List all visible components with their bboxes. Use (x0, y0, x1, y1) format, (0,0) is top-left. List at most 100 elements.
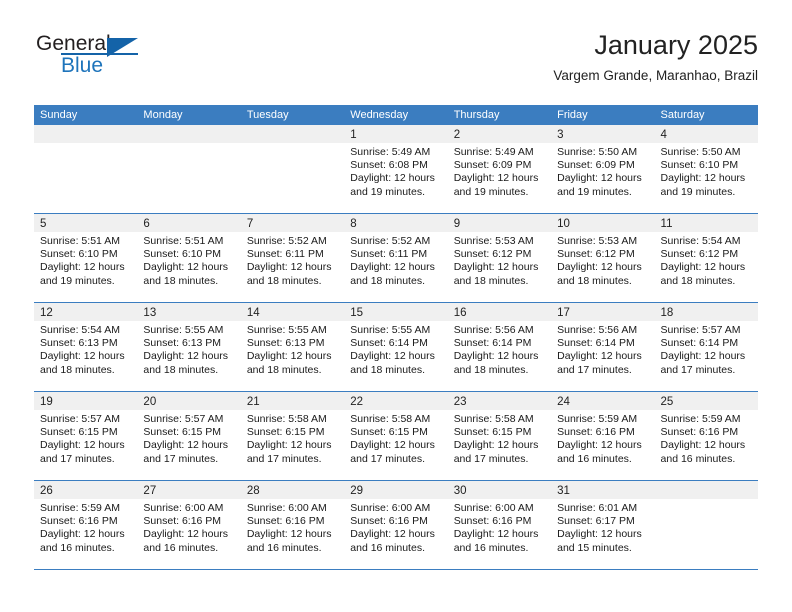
calendar-day-cell[interactable]: 19 Sunrise: 5:57 AM Sunset: 6:15 PM Dayligh… (34, 392, 138, 480)
day-daylight1-text: Daylight: 12 hours (143, 261, 229, 274)
day-daylight2-text: and 17 minutes. (143, 452, 219, 465)
day-sunset-text: Sunset: 6:13 PM (143, 337, 222, 350)
day-sunset-text: Sunset: 6:10 PM (143, 248, 222, 261)
calendar-week-row: 5 Sunrise: 5:51 AM Sunset: 6:10 PM Daylight… (34, 213, 758, 302)
day-daylight2-text: and 19 minutes. (350, 185, 425, 198)
calendar-day-cell[interactable]: 20 Sunrise: 5:57 AM Sunset: 6:15 PM Dayligh… (137, 392, 241, 480)
day-sun-info: Sunrise: 5:53 AM Sunset: 6:12 PM Daylight:… (551, 232, 654, 288)
day-sunrise-text: Sunrise: 5:59 AM (660, 413, 741, 425)
day-daylight2-text: and 18 minutes. (246, 274, 322, 287)
calendar-day-cell-empty (240, 125, 345, 213)
day-daylight2-text: and 18 minutes. (143, 274, 219, 287)
day-number: 3 (557, 129, 564, 141)
calendar-day-cell[interactable]: 11 Sunrise: 5:54 AM Sunset: 6:12 PM Dayligh… (654, 214, 758, 302)
calendar-day-cell[interactable]: 10 Sunrise: 5:53 AM Sunset: 6:12 PM Dayligh… (551, 214, 655, 302)
calendar-day-cell[interactable]: 22 Sunrise: 5:58 AM Sunset: 6:15 PM Dayligh… (344, 392, 448, 480)
day-number: 17 (557, 307, 570, 319)
day-sunset-text: Sunset: 6:09 PM (557, 159, 635, 172)
day-number: 30 (453, 485, 467, 497)
day-daylight1-text: Daylight: 12 hours (557, 172, 642, 185)
weekday-header-tuesday: Tuesday (246, 109, 289, 121)
calendar-day-cell[interactable]: 6 Sunrise: 5:51 AM Sunset: 6:10 PM Daylight… (137, 214, 241, 302)
calendar-day-cell[interactable]: 7 Sunrise: 5:52 AM Sunset: 6:11 PM Daylight… (240, 214, 345, 302)
day-number: 5 (40, 218, 47, 230)
calendar-day-cell[interactable]: 12 Sunrise: 5:54 AM Sunset: 6:13 PM Dayligh… (34, 303, 138, 391)
calendar-day-cell[interactable]: 15 Sunrise: 5:55 AM Sunset: 6:14 PM Dayligh… (344, 303, 448, 391)
day-sun-info: Sunrise: 5:58 AM Sunset: 6:15 PM Daylight:… (344, 410, 447, 466)
day-daylight1-text: Daylight: 12 hours (40, 261, 125, 274)
day-number-strip: 6 (137, 214, 241, 232)
calendar-day-cell[interactable]: 2 Sunrise: 5:49 AM Sunset: 6:09 PM Daylight… (447, 125, 552, 213)
day-number-strip: 2 (447, 125, 552, 143)
day-sun-info: Sunrise: 6:00 AM Sunset: 6:16 PM Daylight:… (241, 499, 344, 555)
calendar-day-cell[interactable]: 14 Sunrise: 5:55 AM Sunset: 6:13 PM Dayligh… (240, 303, 345, 391)
calendar-day-cell[interactable]: 13 Sunrise: 5:55 AM Sunset: 6:13 PM Dayligh… (137, 303, 241, 391)
day-number-strip: 27 (137, 481, 241, 499)
day-sunrise-text: Sunrise: 5:55 AM (350, 324, 431, 336)
day-sunrise-text: Sunrise: 6:00 AM (143, 502, 224, 514)
day-daylight2-text: and 19 minutes. (453, 185, 529, 198)
day-daylight2-text: and 18 minutes. (143, 363, 219, 376)
calendar-page: General Blue January 2025 Vargem Grande,… (0, 0, 792, 612)
calendar-day-cell[interactable]: 24 Sunrise: 5:59 AM Sunset: 6:16 PM Dayligh… (551, 392, 655, 480)
day-number: 4 (660, 129, 667, 141)
day-daylight2-text: and 16 minutes. (453, 541, 529, 554)
day-sun-info: Sunrise: 5:55 AM Sunset: 6:13 PM Daylight:… (137, 321, 240, 377)
calendar-day-cell[interactable]: 21 Sunrise: 5:58 AM Sunset: 6:15 PM Dayligh… (240, 392, 345, 480)
calendar-day-cell[interactable]: 29 Sunrise: 6:00 AM Sunset: 6:16 PM Dayligh… (344, 481, 448, 569)
day-number-strip (137, 125, 241, 143)
day-daylight1-text: Daylight: 12 hours (246, 439, 332, 452)
day-number-strip (240, 125, 345, 143)
day-number-strip: 9 (447, 214, 552, 232)
day-sun-info: Sunrise: 6:00 AM Sunset: 6:16 PM Daylight:… (344, 499, 447, 555)
calendar-day-cell[interactable]: 18 Sunrise: 5:57 AM Sunset: 6:14 PM Dayligh… (654, 303, 758, 391)
day-number-strip: 20 (137, 392, 241, 410)
day-sunrise-text: Sunrise: 5:54 AM (40, 324, 120, 336)
day-daylight1-text: Daylight: 12 hours (40, 528, 125, 541)
day-number: 6 (143, 218, 150, 230)
day-number: 24 (557, 396, 570, 408)
calendar-day-cell[interactable]: 23 Sunrise: 5:58 AM Sunset: 6:15 PM Dayligh… (447, 392, 552, 480)
calendar-day-cell[interactable]: 25 Sunrise: 5:59 AM Sunset: 6:16 PM Dayligh… (654, 392, 758, 480)
day-sun-info: Sunrise: 5:59 AM Sunset: 6:16 PM Daylight:… (34, 499, 137, 555)
calendar-day-cell[interactable]: 8 Sunrise: 5:52 AM Sunset: 6:11 PM Daylight… (344, 214, 448, 302)
calendar-day-cell[interactable]: 3 Sunrise: 5:50 AM Sunset: 6:09 PM Daylight… (551, 125, 655, 213)
day-number-strip: 19 (34, 392, 138, 410)
day-sunrise-text: Sunrise: 5:57 AM (40, 413, 120, 425)
day-number-strip (654, 481, 758, 499)
day-sunset-text: Sunset: 6:17 PM (557, 515, 635, 528)
day-sunrise-text: Sunrise: 5:57 AM (143, 413, 224, 425)
day-number: 27 (143, 485, 157, 497)
day-daylight1-text: Daylight: 12 hours (660, 439, 746, 452)
calendar-day-cell[interactable]: 9 Sunrise: 5:53 AM Sunset: 6:12 PM Daylight… (447, 214, 552, 302)
day-sun-info: Sunrise: 5:50 AM Sunset: 6:09 PM Daylight:… (551, 143, 654, 199)
calendar-day-cell[interactable]: 1 Sunrise: 5:49 AM Sunset: 6:08 PM Daylight… (344, 125, 448, 213)
day-sunset-text: Sunset: 6:08 PM (350, 159, 428, 172)
day-sun-info: Sunrise: 5:59 AM Sunset: 6:16 PM Daylight:… (551, 410, 654, 466)
day-number: 11 (660, 218, 673, 230)
calendar-day-cell[interactable]: 16 Sunrise: 5:56 AM Sunset: 6:14 PM Dayligh… (447, 303, 552, 391)
day-daylight1-text: Daylight: 12 hours (143, 350, 229, 363)
day-number-strip: 15 (344, 303, 448, 321)
day-sunset-text: Sunset: 6:14 PM (350, 337, 428, 350)
calendar-day-cell[interactable]: 30 Sunrise: 6:00 AM Sunset: 6:16 PM Dayligh… (447, 481, 552, 569)
calendar-day-cell[interactable]: 28 Sunrise: 6:00 AM Sunset: 6:16 PM Dayligh… (240, 481, 345, 569)
day-number: 14 (246, 307, 260, 319)
calendar-day-cell[interactable]: 26 Sunrise: 5:59 AM Sunset: 6:16 PM Dayligh… (34, 481, 138, 569)
calendar-day-cell[interactable]: 17 Sunrise: 5:56 AM Sunset: 6:14 PM Dayligh… (551, 303, 655, 391)
day-daylight2-text: and 18 minutes. (557, 274, 632, 287)
day-sun-info: Sunrise: 5:57 AM Sunset: 6:15 PM Daylight:… (137, 410, 240, 466)
day-number-strip: 23 (447, 392, 552, 410)
day-sunrise-text: Sunrise: 5:59 AM (40, 502, 120, 514)
calendar-day-cell[interactable]: 31 Sunrise: 6:01 AM Sunset: 6:17 PM Dayligh… (551, 481, 655, 569)
day-sunset-text: Sunset: 6:15 PM (453, 426, 532, 439)
day-sunset-text: Sunset: 6:16 PM (246, 515, 325, 528)
calendar-day-cell[interactable]: 5 Sunrise: 5:51 AM Sunset: 6:10 PM Daylight… (34, 214, 138, 302)
calendar-day-cell[interactable]: 4 Sunrise: 5:50 AM Sunset: 6:10 PM Daylight… (654, 125, 758, 213)
day-sun-info: Sunrise: 5:55 AM Sunset: 6:14 PM Daylight:… (344, 321, 447, 377)
day-daylight1-text: Daylight: 12 hours (143, 439, 229, 452)
day-sun-info: Sunrise: 5:51 AM Sunset: 6:10 PM Daylight:… (137, 232, 240, 288)
day-daylight2-text: and 17 minutes. (350, 452, 425, 465)
calendar-day-cell[interactable]: 27 Sunrise: 6:00 AM Sunset: 6:16 PM Dayligh… (137, 481, 241, 569)
day-daylight1-text: Daylight: 12 hours (660, 261, 746, 274)
